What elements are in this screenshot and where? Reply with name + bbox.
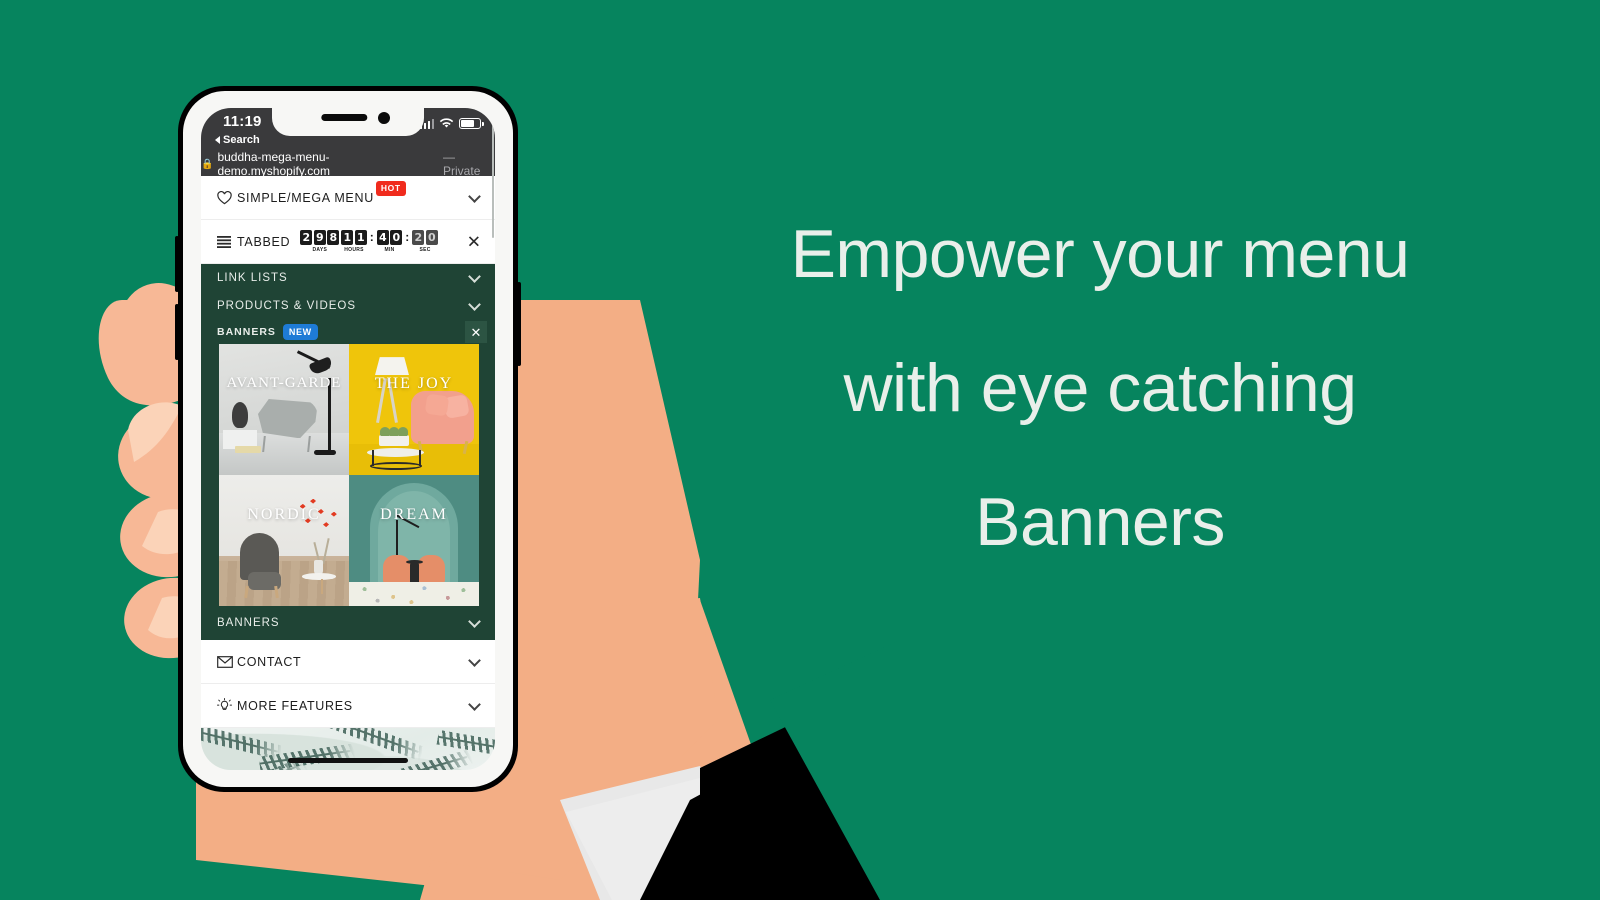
chevron-down-icon[interactable]	[468, 270, 481, 283]
status-time: 11:19	[223, 113, 262, 130]
phone-frame: 11:19 Search 🔒 buddha-mega-menu-demo.mys…	[183, 91, 513, 787]
countdown-separator: :	[369, 230, 374, 245]
countdown-digit: 2	[300, 230, 313, 246]
countdown-digit: 9	[313, 230, 326, 246]
page-background-fern-image	[201, 728, 495, 770]
menu-item-banners-expanded[interactable]: BANNERS NEW ✕	[201, 320, 495, 344]
menu-item-label: PRODUCTS & VIDEOS	[217, 300, 357, 312]
notch	[272, 108, 424, 136]
banner-tile[interactable]: AVANT-GARDE	[219, 344, 349, 475]
countdown-digit: 4	[376, 230, 389, 246]
close-icon[interactable]: ✕	[467, 233, 481, 250]
chevron-down-icon[interactable]	[468, 697, 481, 711]
private-mode-label: — Private	[443, 150, 481, 178]
phone-screen: 11:19 Search 🔒 buddha-mega-menu-demo.mys…	[201, 108, 495, 770]
banner-caption: THE JOY	[374, 375, 454, 393]
battery-icon	[459, 118, 484, 129]
countdown-unit-label: SEC	[419, 246, 431, 253]
volume-up-button[interactable]	[175, 236, 179, 292]
back-triangle-icon	[215, 136, 220, 144]
chevron-down-icon[interactable]	[468, 615, 481, 628]
countdown-unit-label: MIN	[384, 246, 395, 253]
menu-item-banners[interactable]: BANNERS	[201, 606, 495, 640]
safari-url-bar[interactable]: 🔒 buddha-mega-menu-demo.myshopify.com — …	[201, 150, 495, 178]
phone-mockup: 11:19 Search 🔒 buddha-mega-menu-demo.mys…	[175, 86, 521, 792]
countdown-days: 2 9 8 DAYS	[300, 230, 340, 253]
banner-caption: DREAM	[380, 506, 448, 524]
menu-item-label: LINK LISTS	[217, 272, 288, 284]
menu-item-simple-mega-menu[interactable]: SIMPLE/MEGA MENU HOT	[201, 176, 495, 220]
banner-tile[interactable]: NORDIC	[219, 475, 349, 606]
heart-icon	[217, 190, 237, 205]
headline: Empower your menu with eye catching Bann…	[700, 220, 1500, 556]
volume-down-button[interactable]	[175, 304, 179, 360]
countdown-digit: 0	[390, 230, 403, 246]
status-icons	[419, 118, 484, 129]
menu-item-link-lists[interactable]: LINK LISTS	[201, 264, 495, 292]
menu-item-contact[interactable]: CONTACT	[201, 640, 495, 684]
safari-back-label: Search	[223, 134, 260, 146]
wifi-icon	[439, 118, 454, 128]
menu-item-tabbed[interactable]: TABBED 2 9 8 DAYS 1 1 HOURS: 4 0 MIN: …	[201, 220, 495, 264]
ios-status-and-safari-bar: 11:19 Search 🔒 buddha-mega-menu-demo.mys…	[201, 108, 495, 178]
banner-grid: AVANT-GARDE THE JOY NORDIC DREAM	[219, 108, 494, 606]
countdown-digit: 0	[425, 230, 438, 246]
earpiece-speaker-icon	[321, 114, 368, 121]
safari-url-text: buddha-mega-menu-demo.myshopify.com	[217, 150, 330, 178]
new-badge: NEW	[282, 324, 318, 340]
headline-line-1: Empower your menu	[790, 216, 1410, 292]
countdown-timer: 2 9 8 DAYS 1 1 HOURS: 4 0 MIN: 2 0 SEC	[300, 230, 438, 253]
safari-back-link[interactable]: Search	[215, 134, 260, 146]
banner-tile[interactable]: DREAM	[349, 475, 479, 606]
menu-item-label: TABBED	[237, 234, 291, 249]
countdown-minutes: 4 0 MIN	[376, 230, 403, 253]
countdown-digit: 2	[412, 230, 425, 246]
chevron-down-icon[interactable]	[468, 653, 481, 667]
hot-badge: HOT	[375, 181, 406, 196]
power-button[interactable]	[517, 282, 521, 366]
menu-item-label: SIMPLE/MEGA MENU	[237, 190, 374, 205]
home-indicator[interactable]	[288, 758, 408, 763]
countdown-digit: 1	[354, 230, 367, 246]
lightbulb-icon	[217, 698, 237, 713]
banner-tile[interactable]: THE JOY	[349, 344, 479, 475]
banner-scrollbar[interactable]	[491, 108, 494, 238]
menu-item-products-and-videos[interactable]: PRODUCTS & VIDEOS	[201, 292, 495, 320]
countdown-unit-label: HOURS	[344, 246, 364, 253]
close-icon[interactable]: ✕	[465, 321, 487, 343]
menu-item-label: CONTACT	[237, 654, 302, 669]
menu-item-label: BANNERS	[217, 617, 280, 629]
chevron-down-icon[interactable]	[468, 298, 481, 311]
countdown-seconds: 2 0 SEC	[412, 230, 438, 253]
menu-item-more-features[interactable]: MORE FEATURES	[201, 684, 495, 728]
menu-item-label: BANNERS	[217, 326, 276, 338]
countdown-digit: 8	[327, 230, 340, 246]
hamburger-lines-icon	[217, 235, 237, 248]
countdown-hours: 1 1 HOURS	[341, 230, 367, 253]
chevron-down-icon[interactable]	[468, 189, 481, 203]
mega-menu: SIMPLE/MEGA MENU HOT TABBED 2 9 8 DAYS 1…	[201, 108, 495, 770]
front-camera-icon	[378, 112, 390, 124]
menu-item-label: MORE FEATURES	[237, 698, 353, 713]
envelope-icon	[217, 655, 237, 668]
headline-line-3: Banners	[975, 484, 1225, 560]
slide-canvas: 11:19 Search 🔒 buddha-mega-menu-demo.mys…	[0, 0, 1600, 900]
mega-menu-green-panel: LINK LISTS PRODUCTS & VIDEOS BANNERS NEW…	[201, 108, 495, 640]
banner-caption: AVANT-GARDE	[226, 375, 342, 392]
countdown-digit: 1	[341, 230, 354, 246]
countdown-separator: :	[405, 230, 410, 245]
countdown-unit-label: DAYS	[312, 246, 328, 253]
lock-icon: 🔒	[201, 158, 214, 170]
headline-line-2: with eye catching	[843, 350, 1357, 426]
banner-caption: NORDIC	[247, 506, 321, 524]
